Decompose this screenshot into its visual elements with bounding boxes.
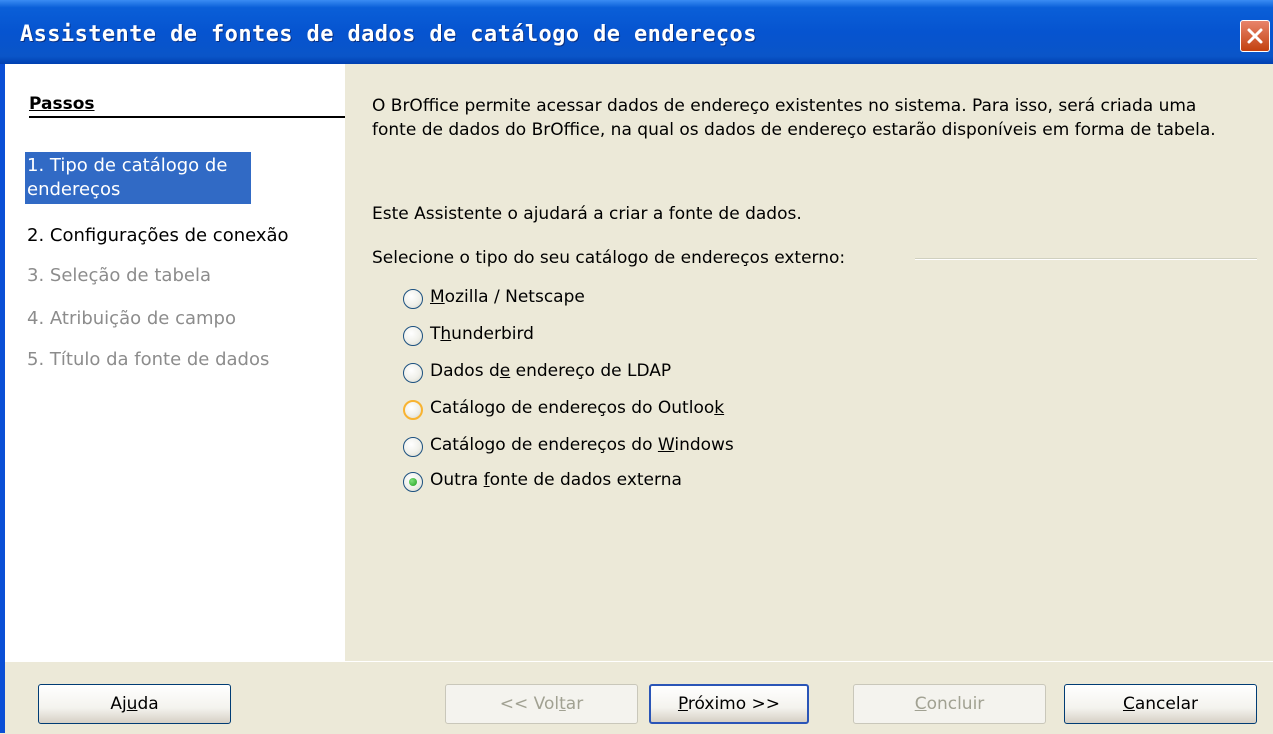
help-button[interactable]: Ajuda (38, 684, 231, 724)
group-separator (915, 258, 1257, 260)
close-icon (1247, 28, 1263, 44)
button-bar: Ajuda << Voltar Próximo >> Concluir Canc… (5, 661, 1273, 734)
radio-button[interactable] (403, 437, 423, 457)
close-button[interactable] (1240, 20, 1270, 52)
radio-button[interactable] (403, 326, 423, 346)
steps-sidebar: Passos 1. Tipo de catálogo de endereços … (5, 64, 345, 661)
window-title: Assistente de fontes de dados de catálog… (20, 22, 757, 47)
next-button[interactable]: Próximo >> (649, 684, 809, 724)
steps-heading: Passos (29, 94, 345, 118)
radio-selected-dot (409, 478, 417, 486)
title-bar: Assistente de fontes de dados de catálog… (0, 0, 1273, 64)
radio-button-selected[interactable] (403, 472, 423, 492)
finish-button: Concluir (853, 684, 1046, 724)
address-book-type-group-label: Selecione o tipo do seu catálogo de ende… (372, 248, 854, 268)
assistant-note: Este Assistente o ajudará a criar a font… (372, 204, 802, 224)
step-connection-settings[interactable]: 2. Configurações de conexão (27, 224, 289, 248)
radio-button[interactable] (403, 400, 423, 420)
step-data-source-title: 5. Título da fonte de dados (27, 349, 270, 370)
step-address-book-type[interactable]: 1. Tipo de catálogo de endereços (25, 152, 251, 204)
radio-button[interactable] (403, 289, 423, 309)
step-table-selection: 3. Seleção de tabela (27, 265, 211, 286)
step-field-assignment: 4. Atribuição de campo (27, 308, 236, 329)
radio-button[interactable] (403, 363, 423, 383)
wizard-content: O BrOffice permite acessar dados de ende… (345, 64, 1273, 661)
cancel-button[interactable]: Cancelar (1064, 684, 1257, 724)
back-button: << Voltar (445, 684, 638, 724)
intro-text: O BrOffice permite acessar dados de ende… (372, 96, 1216, 140)
